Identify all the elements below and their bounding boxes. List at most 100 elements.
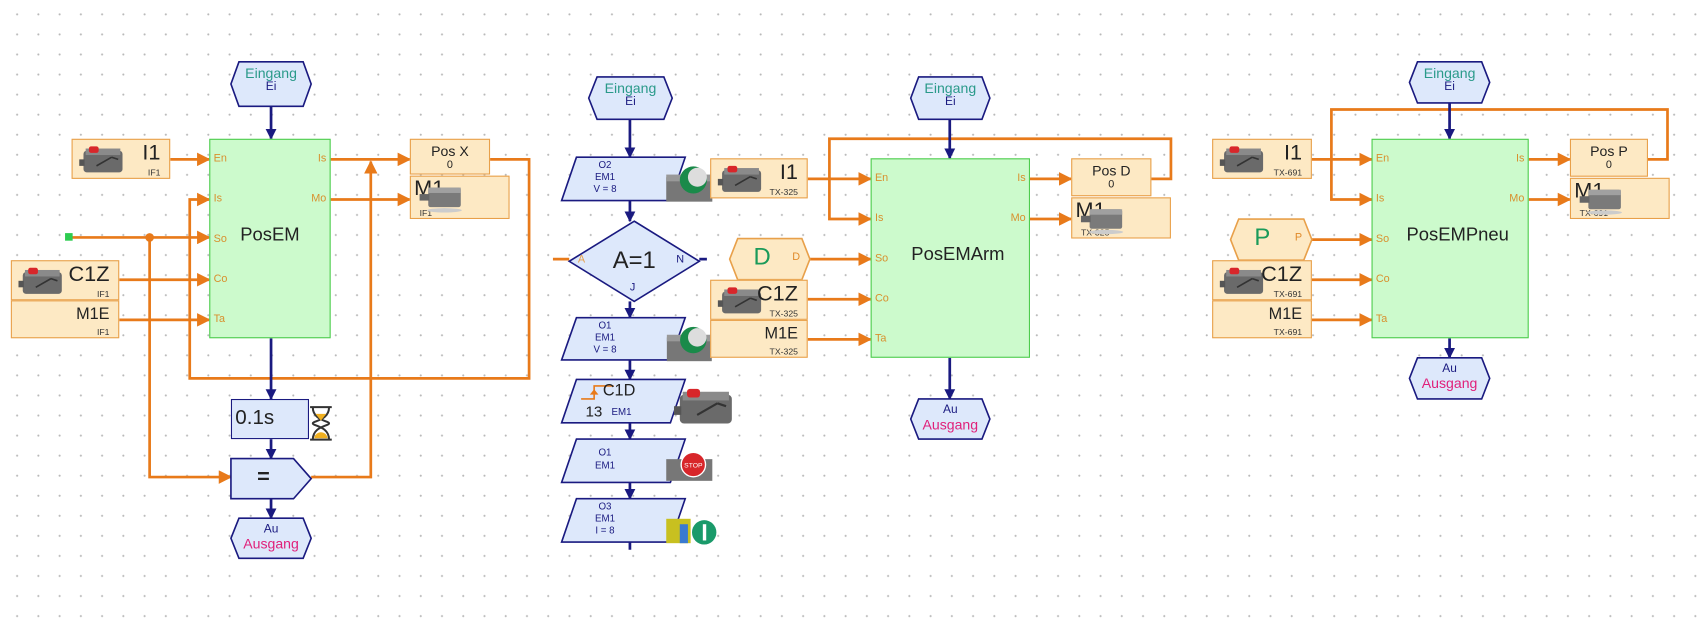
input-title: Eingang <box>1423 65 1476 82</box>
element-name: C1Z <box>68 262 110 287</box>
port-ta: Ta <box>213 313 226 326</box>
constant-name: D <box>753 242 771 270</box>
input-eingang[interactable]: Eingang Ei <box>589 77 672 119</box>
port-is-out: Is <box>1017 172 1026 185</box>
port-co: Co <box>1375 273 1390 286</box>
element-device: IF1 <box>96 289 110 300</box>
switch-i1[interactable]: I1 IF1 <box>71 138 171 179</box>
counter-c1z[interactable]: C1Z TX-325 <box>710 279 808 320</box>
output-ausgang[interactable]: Au Ausgang <box>1409 358 1489 399</box>
push-button-switch-icon <box>644 386 768 429</box>
variable-pos-p[interactable]: Pos P 0 <box>1569 138 1648 177</box>
element-device: TX-691 <box>1273 327 1303 338</box>
variable-pos-x[interactable]: Pos X 0 <box>409 138 491 175</box>
counter-name: C1D <box>602 381 636 401</box>
port-co: Co <box>874 292 889 305</box>
element-device: TX-325 <box>769 346 798 357</box>
counter-c1z[interactable]: C1Z TX-691 <box>1212 260 1312 301</box>
motor-m1[interactable]: M1 TX-325 <box>1071 197 1171 239</box>
variable-value: 0 <box>1108 178 1115 191</box>
switch-i1[interactable]: I1 TX-325 <box>710 158 808 199</box>
push-button-switch-icon <box>79 144 127 177</box>
input-sub: Ei <box>944 95 956 109</box>
constant-p[interactable]: P P <box>1231 219 1312 260</box>
element-name: C1Z <box>1261 262 1303 287</box>
constant-name: P <box>1254 223 1271 251</box>
output-ausgang[interactable]: Au Ausgang <box>911 399 990 439</box>
port-is: Is <box>874 212 884 225</box>
push-button-switch-icon <box>18 266 66 299</box>
port-is-out: Is <box>317 152 327 165</box>
port-is-out: Is <box>1515 152 1525 165</box>
lamp-icon <box>666 518 717 545</box>
program-canvas[interactable]: Eingang Ei En Is So Co Ta Is Mo PosEM I1… <box>0 0 1700 628</box>
element-name: M1E <box>764 324 798 343</box>
input-eingang[interactable]: Eingang Ei <box>231 62 311 106</box>
input-title: Eingang <box>924 80 977 97</box>
input-sub: Ei <box>625 95 636 109</box>
element-name: I1 <box>1284 140 1303 165</box>
variable-value: 0 <box>446 159 453 172</box>
compare-operator: = <box>257 465 270 489</box>
subprogram-name: PosEMArm <box>911 243 1005 265</box>
counter-c1z[interactable]: C1Z IF1 <box>10 260 120 301</box>
motor-m1[interactable]: M1 IF1 <box>409 175 510 220</box>
hourglass-icon <box>310 406 332 441</box>
port-is: Is <box>1375 192 1385 205</box>
subprogram-posem[interactable]: En Is So Co Ta Is Mo PosEM <box>209 138 331 339</box>
output-title: Ausgang <box>922 416 979 433</box>
element-name: M1E <box>76 304 110 324</box>
port-en: En <box>874 172 889 185</box>
wait-block[interactable]: 0.1s <box>230 398 332 441</box>
input-eingang[interactable]: Eingang Ei <box>1409 62 1489 103</box>
output-sub: Au <box>942 403 958 417</box>
constant-port: P <box>1294 232 1303 244</box>
output-ausgang[interactable]: Au Ausgang <box>231 518 311 558</box>
element-device: TX-325 <box>769 308 798 319</box>
element-name: M1E <box>1268 304 1303 324</box>
port-ta: Ta <box>874 332 887 345</box>
output-sub: Au <box>263 522 279 536</box>
port-en: En <box>1375 152 1390 165</box>
branch-port-left: A <box>577 253 586 266</box>
motor-icon <box>1079 205 1127 235</box>
input-eingang[interactable]: Eingang Ei <box>911 77 990 119</box>
subprogram-posempneu[interactable]: En Is So Co Ta Is Mo PosEMPneu <box>1371 138 1529 339</box>
motor-output-o1[interactable]: O1 EM1 V = 8 <box>562 318 686 360</box>
variable-name: Pos X <box>431 143 469 160</box>
motor-m1[interactable]: M1 TX-691 <box>1569 177 1670 220</box>
variable-value: 0 <box>1605 159 1612 172</box>
compare-block[interactable]: = <box>231 459 311 499</box>
counter-count: 13 <box>585 402 603 420</box>
input-sub: Ei <box>1444 80 1455 94</box>
port-ta: Ta <box>1375 313 1388 326</box>
input-sub: Ei <box>265 80 277 94</box>
motor-stop-o1[interactable]: O1 EM1 STOP <box>562 439 713 482</box>
output-title: Ausgang <box>1421 375 1478 392</box>
subprogram-name: PosEMPneu <box>1406 224 1509 246</box>
motor-output-o2[interactable]: O2 EM1 V = 8 <box>562 157 686 200</box>
input-m1e[interactable]: M1E TX-691 <box>1212 300 1312 339</box>
variable-pos-d[interactable]: Pos D 0 <box>1071 158 1152 197</box>
port-mo: Mo <box>1010 212 1026 225</box>
wait-time: 0.1s <box>235 406 275 430</box>
input-m1e[interactable]: M1E TX-325 <box>710 319 808 358</box>
input-m1e[interactable]: M1E IF1 <box>10 300 120 339</box>
subprogram-name: PosEM <box>240 224 300 246</box>
wire-endpoint <box>65 233 73 241</box>
port-co: Co <box>213 273 228 286</box>
output-title: Ausgang <box>243 535 299 552</box>
element-name: I1 <box>779 160 798 185</box>
output-sub: Au <box>1442 362 1457 376</box>
wire-junction <box>145 233 154 242</box>
subprogram-posemarm[interactable]: En Is So Co Ta Is Mo PosEMArm <box>870 158 1030 358</box>
branch-port-yes: J <box>629 281 636 294</box>
port-en: En <box>213 152 227 165</box>
counter-c1d-wait[interactable]: C1D 13 EM1 <box>562 379 686 422</box>
motor-icon <box>1578 185 1626 215</box>
lamp-output-o3[interactable]: O3 EM1 I = 8 <box>562 499 717 545</box>
switch-i1[interactable]: I1 TX-691 <box>1212 138 1312 179</box>
counter-motor: EM1 <box>611 406 632 418</box>
branch-a-equals-1[interactable]: A=1 A N J <box>569 221 699 301</box>
constant-d[interactable]: D D <box>730 239 810 280</box>
